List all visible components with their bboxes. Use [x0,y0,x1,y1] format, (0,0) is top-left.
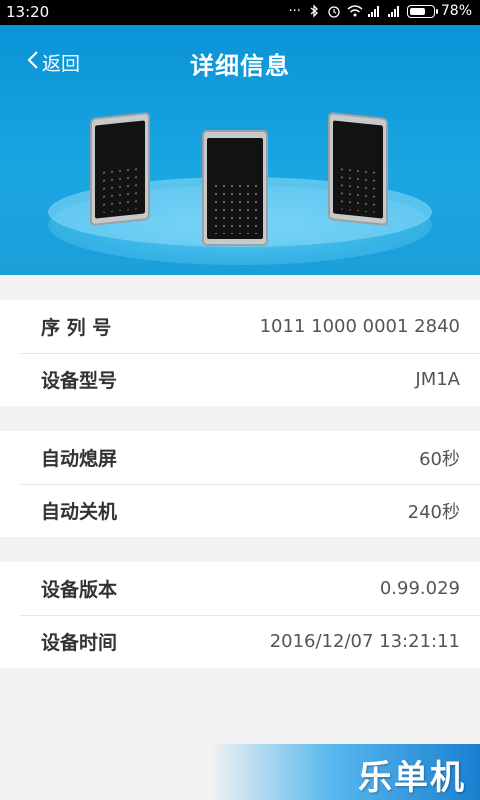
row-serial-number: 序 列 号 1011 1000 0001 2840 [0,300,480,353]
info-group-device: 序 列 号 1011 1000 0001 2840 设备型号 JM1A [0,300,480,406]
battery-icon [406,4,438,18]
battery-percent: 78% [440,3,472,19]
watermark-text: 乐单机 [358,758,466,798]
row-value: JM1A [415,369,460,390]
alarm-icon [327,4,341,18]
device-image-center [202,130,268,246]
row-value: 1011 1000 0001 2840 [259,316,460,337]
row-label: 自动关机 [41,501,118,523]
row-label: 设备版本 [41,579,118,601]
device-image-left [90,111,150,227]
row-device-model: 设备型号 JM1A [0,353,480,406]
row-label: 自动熄屏 [41,448,118,470]
info-group-system: 设备版本 0.99.029 设备时间 2016/12/07 13:21:11 [0,562,480,668]
page-title: 详细信息 [190,52,290,80]
info-group-power: 自动熄屏 60秒 自动关机 240秒 [0,431,480,537]
header-banner: 返回 详细信息 [0,25,480,275]
bluetooth-icon [307,4,321,18]
status-bar: 13:20 ··· 78% [0,0,480,25]
row-device-time: 设备时间 2016/12/07 13:21:11 [0,615,480,668]
notification-dots: ··· [288,3,301,19]
status-icons: ··· 78% [288,3,472,19]
row-device-version: 设备版本 0.99.029 [0,562,480,615]
wifi-icon [347,4,363,18]
row-label: 序 列 号 [41,317,112,339]
row-value: 240秒 [407,501,460,523]
watermark-banner: 乐单机 [210,744,480,800]
battery-fill [409,7,426,15]
row-label: 设备型号 [41,370,118,392]
status-time: 13:20 [6,3,50,21]
signal-icon-1 [367,4,381,18]
row-label: 设备时间 [41,632,118,654]
signal-icon-2 [387,4,401,18]
row-value: 2016/12/07 13:21:11 [269,631,460,652]
device-image-right [328,111,388,227]
row-auto-screen-off[interactable]: 自动熄屏 60秒 [0,431,480,484]
row-auto-shutdown[interactable]: 自动关机 240秒 [0,484,480,537]
row-value: 60秒 [419,448,460,470]
row-value: 0.99.029 [379,578,460,599]
